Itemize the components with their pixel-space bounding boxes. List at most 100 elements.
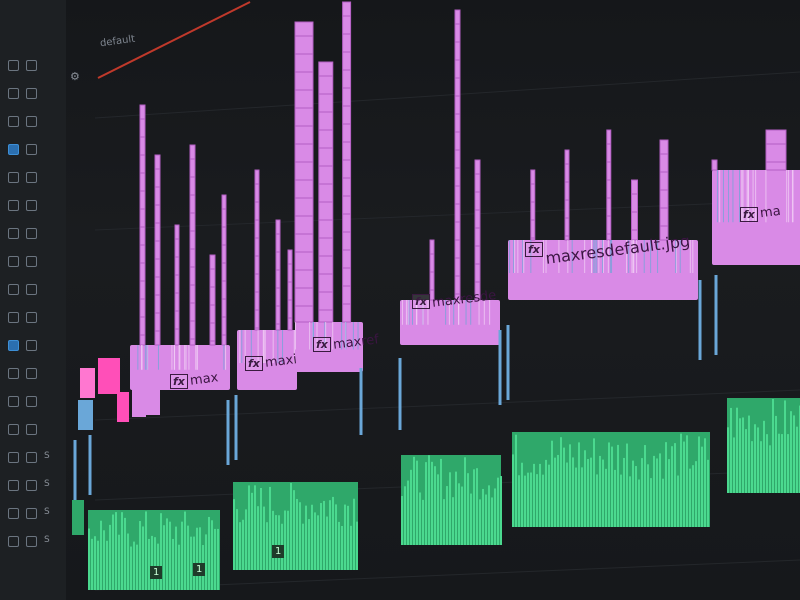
fx-badge[interactable]: fx — [525, 242, 543, 257]
audio-waveform-bar — [698, 436, 700, 527]
video-clip-frame[interactable] — [606, 129, 612, 241]
audio-waveform-bar — [151, 535, 153, 590]
audio-waveform-bar — [473, 469, 475, 545]
speaker-icon[interactable] — [8, 424, 19, 435]
solo-button[interactable]: S — [44, 451, 50, 461]
audio-waveform-bar — [452, 497, 454, 545]
audio-waveform-bar — [124, 517, 126, 590]
lock-icon[interactable] — [26, 116, 37, 127]
eye-icon[interactable] — [8, 340, 19, 351]
fx-badge[interactable]: fx — [245, 356, 263, 371]
video-clip-small[interactable] — [98, 358, 120, 394]
lock-icon[interactable] — [26, 88, 37, 99]
audio-clip-small[interactable] — [72, 500, 84, 535]
solo-button[interactable]: S — [44, 507, 50, 517]
audio-waveform-bar — [575, 467, 577, 527]
audio-waveform-bar — [479, 499, 481, 545]
eye-icon[interactable] — [8, 396, 19, 407]
audio-waveform-bar — [458, 483, 460, 545]
video-clip-small[interactable] — [132, 385, 146, 417]
eye-icon[interactable] — [8, 116, 19, 127]
video-clip-frame[interactable] — [342, 1, 352, 323]
video-clip-frame[interactable] — [294, 21, 314, 323]
video-clip-frame[interactable] — [189, 144, 196, 346]
video-clip-frame[interactable] — [474, 159, 481, 301]
lock-icon[interactable] — [26, 60, 37, 71]
eye-icon[interactable] — [8, 172, 19, 183]
video-clip-frame[interactable] — [711, 159, 718, 171]
fx-badge[interactable]: fx — [170, 374, 188, 389]
audio-waveform-bar — [656, 458, 658, 527]
audio-waveform-bar — [566, 462, 568, 527]
audio-waveform-bar — [617, 444, 619, 527]
eye-icon[interactable] — [8, 256, 19, 267]
video-clip-frame[interactable] — [530, 169, 536, 241]
video-clip-frame[interactable] — [221, 194, 227, 346]
lock-icon[interactable] — [26, 452, 37, 463]
audio-waveform-bar — [341, 525, 343, 570]
video-clip-frame[interactable] — [765, 129, 787, 171]
audio-waveform-bar — [461, 486, 463, 545]
eye-icon[interactable] — [8, 88, 19, 99]
audio-waveform-bar — [701, 446, 703, 527]
eye-icon[interactable] — [8, 228, 19, 239]
video-clip-frame[interactable] — [318, 61, 334, 323]
lock-icon[interactable] — [26, 480, 37, 491]
lock-icon[interactable] — [26, 536, 37, 547]
speaker-icon[interactable] — [8, 452, 19, 463]
lock-icon[interactable] — [26, 284, 37, 295]
video-clip-frame[interactable] — [275, 219, 281, 331]
audio-waveform-bar — [100, 520, 102, 590]
video-clip-frame[interactable] — [429, 239, 435, 301]
fx-badge[interactable]: fx — [740, 207, 758, 222]
eye-icon[interactable] — [8, 368, 19, 379]
video-clip-frame[interactable] — [174, 224, 180, 346]
lock-icon[interactable] — [26, 424, 37, 435]
eye-icon[interactable] — [8, 60, 19, 71]
lock-icon[interactable] — [26, 508, 37, 519]
video-clip-frame[interactable] — [631, 179, 638, 241]
audio-waveform-bar — [422, 499, 424, 545]
fx-badge[interactable]: fx — [412, 294, 430, 309]
lock-icon[interactable] — [26, 368, 37, 379]
timeline-tracks — [72, 1, 800, 591]
audio-waveform-bar — [257, 506, 259, 570]
audio-waveform-bar — [614, 469, 616, 527]
lock-icon[interactable] — [26, 396, 37, 407]
audio-waveform-bar — [742, 417, 744, 493]
video-clip-frame[interactable] — [454, 9, 461, 301]
solo-button[interactable]: S — [44, 535, 50, 545]
audio-waveform-bar — [608, 442, 610, 527]
video-clip-small[interactable] — [78, 400, 93, 430]
lock-icon[interactable] — [26, 144, 37, 155]
audio-waveform-bar — [653, 455, 655, 527]
eye-icon[interactable] — [8, 200, 19, 211]
fx-badge[interactable]: fx — [313, 337, 331, 352]
lock-icon[interactable] — [26, 172, 37, 183]
track-separator — [94, 199, 800, 231]
speaker-icon[interactable] — [8, 508, 19, 519]
video-clip-frame[interactable] — [154, 154, 161, 346]
audio-waveform-bar — [745, 429, 747, 493]
eye-icon[interactable] — [8, 312, 19, 323]
lock-icon[interactable] — [26, 228, 37, 239]
solo-button[interactable]: S — [44, 479, 50, 489]
speaker-icon[interactable] — [8, 480, 19, 491]
audio-waveform-bar — [476, 468, 478, 545]
video-clip-frame[interactable] — [254, 169, 260, 331]
lock-icon[interactable] — [26, 200, 37, 211]
video-clip-small[interactable] — [117, 392, 129, 422]
audio-waveform-bar — [109, 524, 111, 590]
video-clip-small[interactable] — [80, 368, 95, 398]
audio-waveform-bar — [557, 454, 559, 527]
speaker-icon[interactable] — [8, 536, 19, 547]
eye-icon[interactable] — [8, 284, 19, 295]
lock-icon[interactable] — [26, 340, 37, 351]
lock-icon[interactable] — [26, 256, 37, 267]
audio-waveform-bar — [464, 457, 466, 545]
video-clip-small[interactable] — [146, 380, 160, 415]
video-clip-frame[interactable] — [139, 104, 146, 346]
audio-waveform-bar — [659, 453, 661, 527]
eye-icon[interactable] — [8, 144, 19, 155]
lock-icon[interactable] — [26, 312, 37, 323]
